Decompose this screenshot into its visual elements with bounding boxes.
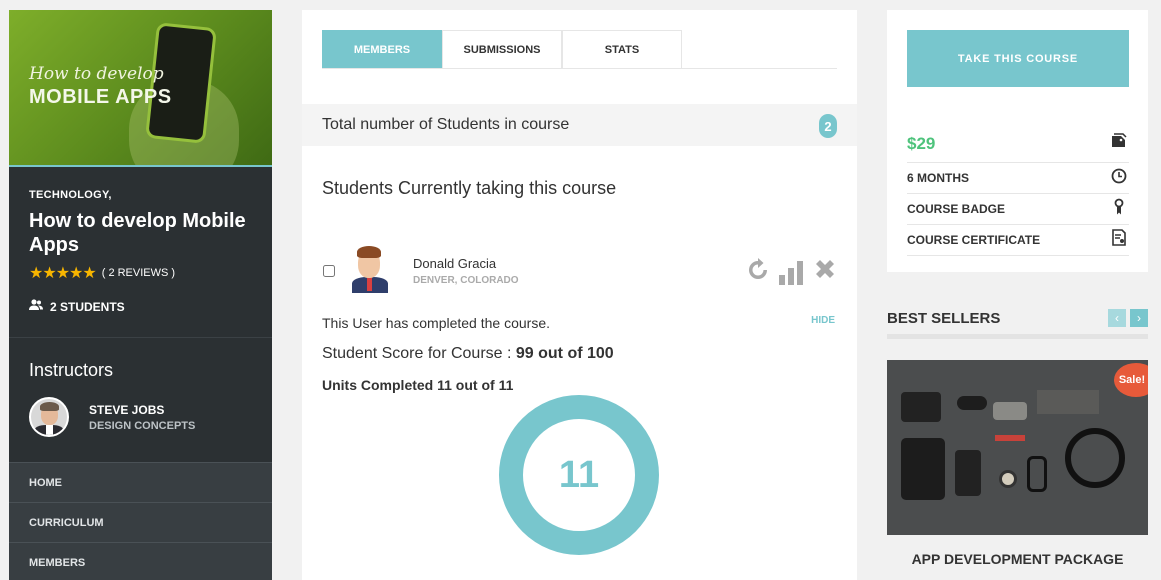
course-pricing-box: TAKE THIS COURSE $29 6 MONTHS COURSE BAD…: [887, 10, 1148, 272]
instructor-avatar[interactable]: [29, 397, 69, 437]
users-icon: [29, 299, 43, 314]
product-name[interactable]: APP DEVELOPMENT PACKAGE: [887, 551, 1148, 567]
course-info: TECHNOLOGY, How to develop Mobile Apps ★…: [9, 167, 272, 338]
bowtie-shape: [993, 402, 1027, 420]
menu-item-home[interactable]: HOME: [9, 462, 272, 502]
student-score: Student Score for Course : 99 out of 100: [322, 345, 614, 363]
menu-item-curriculum[interactable]: CURRICULUM: [9, 502, 272, 542]
price-tag-icon: [1109, 133, 1129, 154]
best-sellers-title: BEST SELLERS: [887, 309, 1001, 327]
course-title[interactable]: How to develop Mobile Apps: [29, 209, 252, 257]
course-details-list: $29 6 MONTHS COURSE BADGE COURSE CERTIFI…: [907, 125, 1129, 256]
duration-row: 6 MONTHS: [907, 163, 1129, 194]
units-progress-ring: 11: [499, 395, 659, 555]
course-sidebar: How to develop MOBILE APPS TECHNOLOGY, H…: [9, 10, 272, 580]
completion-message: This User has completed the course.: [322, 315, 550, 331]
pouch-shape: [901, 438, 945, 500]
bar-chart-icon[interactable]: [779, 260, 803, 285]
best-sellers-header: BEST SELLERS ‹ ›: [887, 307, 1148, 339]
close-icon[interactable]: [813, 257, 837, 288]
member-name[interactable]: Donald Gracia: [413, 256, 496, 271]
badge-row: COURSE BADGE: [907, 194, 1129, 225]
member-row: Donald Gracia DENVER, COLORADO: [322, 243, 837, 295]
reviews-count[interactable]: ( 2 REVIEWS ): [102, 267, 175, 279]
member-actions: [747, 257, 837, 288]
glasses-shape: [1027, 456, 1047, 492]
price-value: $29: [907, 133, 936, 153]
wallet-shape: [901, 392, 941, 422]
course-menu: HOME CURRICULUM MEMBERS: [9, 462, 272, 580]
score-label: Student Score for Course :: [322, 345, 516, 362]
price-row: $29: [907, 125, 1129, 163]
members-panel: MEMBERS SUBMISSIONS STATS Total number o…: [302, 10, 857, 580]
member-avatar[interactable]: [352, 245, 388, 293]
carousel-arrows: ‹ ›: [1108, 309, 1148, 327]
instructors-heading: Instructors: [29, 360, 114, 380]
product-image[interactable]: Sale!: [887, 360, 1148, 535]
course-rating: ★★★★★ ( 2 REVIEWS ): [29, 263, 252, 283]
total-students-label: Total number of Students in course: [322, 116, 570, 133]
phone-shape: [955, 450, 981, 496]
section-heading: Students Currently taking this course: [322, 178, 617, 198]
course-category[interactable]: TECHNOLOGY,: [29, 189, 252, 201]
course-image-title: MOBILE APPS: [29, 86, 172, 108]
course-image-text: How to develop: [29, 64, 164, 84]
tabs-bar: MEMBERS SUBMISSIONS STATS: [322, 30, 837, 69]
sale-badge: Sale!: [1114, 363, 1148, 397]
badge-label: COURSE BADGE: [907, 202, 1006, 216]
course-image[interactable]: How to develop MOBILE APPS: [9, 10, 272, 167]
total-students-badge: 2: [819, 114, 837, 138]
instructor-item[interactable]: STEVE JOBS DESIGN CONCEPTS: [29, 397, 252, 437]
watch-shape: [999, 470, 1017, 488]
score-value: 99 out of 100: [515, 345, 614, 362]
instructors-section: Instructors STEVE JOBS DESIGN CONCEPTS: [9, 338, 272, 462]
units-ring-value: 11: [558, 453, 600, 496]
tab-members[interactable]: MEMBERS: [322, 30, 442, 68]
best-sellers-divider: [887, 334, 1148, 339]
next-arrow-icon[interactable]: ›: [1130, 309, 1148, 327]
sunglasses-shape: [957, 396, 987, 410]
clock-icon: [1109, 168, 1129, 189]
hide-link[interactable]: HIDE: [811, 315, 835, 326]
badge-icon: [1109, 198, 1129, 221]
students-count: 2 STUDENTS: [29, 299, 252, 314]
star-rating-icon: ★★★★★: [29, 265, 97, 282]
take-course-button[interactable]: TAKE THIS COURSE: [907, 30, 1129, 87]
prev-arrow-icon[interactable]: ‹: [1108, 309, 1126, 327]
tab-stats[interactable]: STATS: [562, 30, 682, 68]
students-label: 2 STUDENTS: [50, 299, 125, 314]
total-students-bar: Total number of Students in course 2: [302, 104, 857, 146]
certificate-label: COURSE CERTIFICATE: [907, 233, 1041, 247]
knife-shape: [995, 435, 1025, 441]
tab-submissions[interactable]: SUBMISSIONS: [442, 30, 562, 68]
instructor-name[interactable]: STEVE JOBS: [89, 403, 195, 417]
instructor-subtitle: DESIGN CONCEPTS: [89, 419, 196, 432]
member-location: DENVER, COLORADO: [413, 275, 519, 286]
certificate-row: COURSE CERTIFICATE: [907, 225, 1129, 256]
duration-value: 6 MONTHS: [907, 171, 970, 185]
refresh-icon[interactable]: [747, 257, 769, 288]
units-completed: Units Completed 11 out of 11: [322, 377, 514, 393]
menu-item-members[interactable]: MEMBERS: [9, 542, 272, 580]
box-shape: [1037, 390, 1099, 414]
headphones-shape: [1065, 428, 1125, 488]
certificate-icon: [1109, 228, 1129, 252]
member-checkbox[interactable]: [323, 265, 335, 277]
